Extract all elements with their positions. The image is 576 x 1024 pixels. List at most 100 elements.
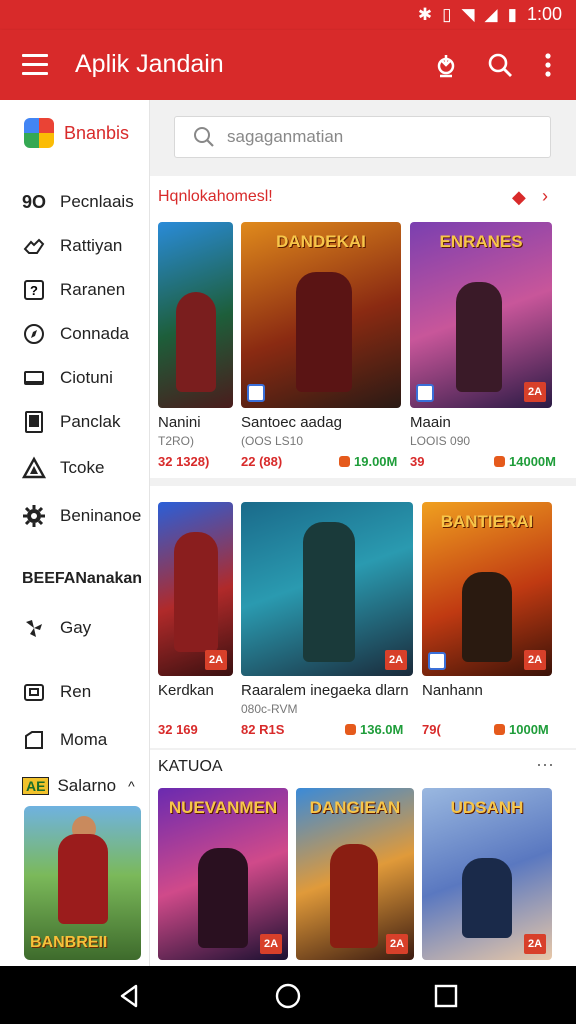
age-rating-badge: 2A <box>385 650 407 670</box>
hero-figure <box>462 572 512 662</box>
app-subtitle: T2RO) <box>158 434 194 448</box>
card-icon <box>22 680 46 704</box>
hero-body-art <box>58 834 108 924</box>
app-subtitle: 080c-RVM <box>241 702 298 716</box>
app-price: 22 (88) <box>241 454 283 469</box>
vibrate-icon: ▯ <box>442 4 452 24</box>
sidebar-item-label: Ren <box>60 682 92 701</box>
sidebar-item-pecnlaais[interactable]: 9O Pecnlaais <box>22 190 134 214</box>
sidebar-item-label: Raranen <box>60 280 126 299</box>
sidebar-brand[interactable]: Bnanbis <box>24 118 129 148</box>
downloads-value: 1000M <box>509 722 549 737</box>
thumbnail-title: BANTIERAI <box>440 512 534 531</box>
wifi-icon: ◥ <box>461 4 475 24</box>
downloads-value: 14000M <box>509 454 556 469</box>
thumbnail-title: DANGIEAN <box>309 798 401 817</box>
hamburger-menu-icon[interactable] <box>22 54 48 76</box>
app-subtitle: LOOIS 090 <box>410 434 471 448</box>
age-rating-badge: 2A <box>260 934 282 954</box>
sidebar-item-gay[interactable]: Gay <box>22 616 91 640</box>
thumbnail-title: UDSANH <box>450 798 524 817</box>
triangle-icon <box>22 456 46 480</box>
compass-icon <box>22 322 46 346</box>
thumbnail-title: DANDEKAI <box>276 232 366 251</box>
book-icon <box>22 410 46 434</box>
age-rating-badge: 2A <box>386 934 408 954</box>
app-thumbnail: DANDEKAI <box>241 222 401 408</box>
app-downloads: 136.0M <box>345 722 403 737</box>
age-rating-badge: 2A <box>205 650 227 670</box>
chevron-right-icon[interactable]: › <box>542 186 548 207</box>
app-name: Maain <box>410 414 451 431</box>
sidebar-item-connada[interactable]: Connada <box>22 322 129 346</box>
section-popular: 2A Kerdkan 32 169 2A Raaralem inegaeka d… <box>150 486 576 748</box>
app-thumbnail: NUEVANMEN 2A <box>158 788 288 960</box>
more-vert-icon[interactable] <box>534 51 562 79</box>
app-title: Aplik Jandain <box>75 50 224 78</box>
download-icon <box>494 456 505 467</box>
app-thumbnail: DANGIEAN 2A <box>296 788 414 960</box>
age-rating-badge: 2A <box>524 934 546 954</box>
section-katuoa: KATUOA ··· NUEVANMEN 2A DANGIEAN 2A UDSA… <box>150 750 576 966</box>
sidebar-item-label: Salarno <box>57 776 117 795</box>
sidebar-item-raranen[interactable]: ? Raranen <box>22 278 125 302</box>
brand-name: Bnanbis <box>64 122 130 143</box>
age-rating-badge: 2A <box>524 382 546 402</box>
hero-figure <box>176 292 216 392</box>
app-price: 32 169 <box>158 722 198 737</box>
app-name: Raaralem inegaeka dlarn <box>241 682 409 699</box>
battery-icon: ▮ <box>507 4 517 24</box>
rating-badge-icon <box>247 384 265 402</box>
search-icon <box>194 127 214 147</box>
section-title: KATUOA <box>158 758 223 775</box>
promo-card-title: BANBREII <box>30 934 108 951</box>
promo-card[interactable]: BANBREII <box>24 806 141 960</box>
recents-icon[interactable] <box>432 982 460 1010</box>
sidebar-item-ciotuni[interactable]: Ciotuni <box>22 366 113 390</box>
hero-figure <box>174 532 218 652</box>
bluetooth-icon: ✱ <box>417 4 433 24</box>
monitor-icon <box>22 366 46 390</box>
app-downloads: 14000M <box>494 454 556 469</box>
home-icon[interactable] <box>274 982 302 1010</box>
brand-logo-icon <box>24 118 54 148</box>
sidebar-item-tcoke[interactable]: Tcoke <box>22 456 104 480</box>
search-bar[interactable]: sagaganmatian <box>174 116 551 158</box>
sidebar-item-beninanoe[interactable]: Beninanoe <box>22 504 141 528</box>
diamond-icon[interactable]: ◆ <box>512 187 526 208</box>
more-horiz-icon[interactable]: ··· <box>536 754 554 775</box>
hero-figure <box>303 522 355 662</box>
svg-text:?: ? <box>30 283 38 298</box>
search-input[interactable]: sagaganmatian <box>227 127 343 147</box>
sidebar-section-header: BEEFANanakan <box>22 570 143 587</box>
status-bar: ✱ ▯ ◥ ◢ ▮ 1:00 <box>0 0 576 30</box>
app-price: 82 R1S <box>241 722 285 737</box>
hero-figure <box>462 858 512 938</box>
chevron-up-icon: ^ <box>128 778 135 794</box>
search-icon[interactable] <box>486 51 514 79</box>
download-icon[interactable] <box>432 51 460 79</box>
system-nav-bar <box>0 966 576 1024</box>
app-name: Nanini <box>158 414 201 431</box>
app-price: 79( <box>422 722 441 737</box>
sidebar-item-label: Tcoke <box>60 458 105 477</box>
sidebar-item-label: Pecnlaais <box>60 192 134 211</box>
app-thumbnail: BANTIERAI 2A <box>422 502 552 676</box>
gear-icon <box>22 504 46 528</box>
app-price: 32 1328) <box>158 454 210 469</box>
app-downloads: 1000M <box>494 722 549 737</box>
download-icon <box>345 724 356 735</box>
sidebar-item-label: Ciotuni <box>60 368 113 387</box>
sidebar-item-ren[interactable]: Ren <box>22 680 91 704</box>
sidebar-expander-salarno[interactable]: AE Salarno ^ <box>22 776 135 796</box>
age-rating-badge: 2A <box>524 650 546 670</box>
pinwheel-icon <box>22 616 46 640</box>
sidebar-item-rattiyan[interactable]: Rattiyan <box>22 234 122 258</box>
downloads-value: 136.0M <box>360 722 404 737</box>
hand-icon <box>22 234 46 258</box>
sidebar-item-panclak[interactable]: Panclak <box>22 410 120 434</box>
sidebar-item-moma[interactable]: Moma <box>22 728 107 752</box>
hero-figure <box>330 844 378 948</box>
sidebar-item-label: Beninanoe <box>60 506 142 525</box>
back-icon[interactable] <box>116 982 144 1010</box>
